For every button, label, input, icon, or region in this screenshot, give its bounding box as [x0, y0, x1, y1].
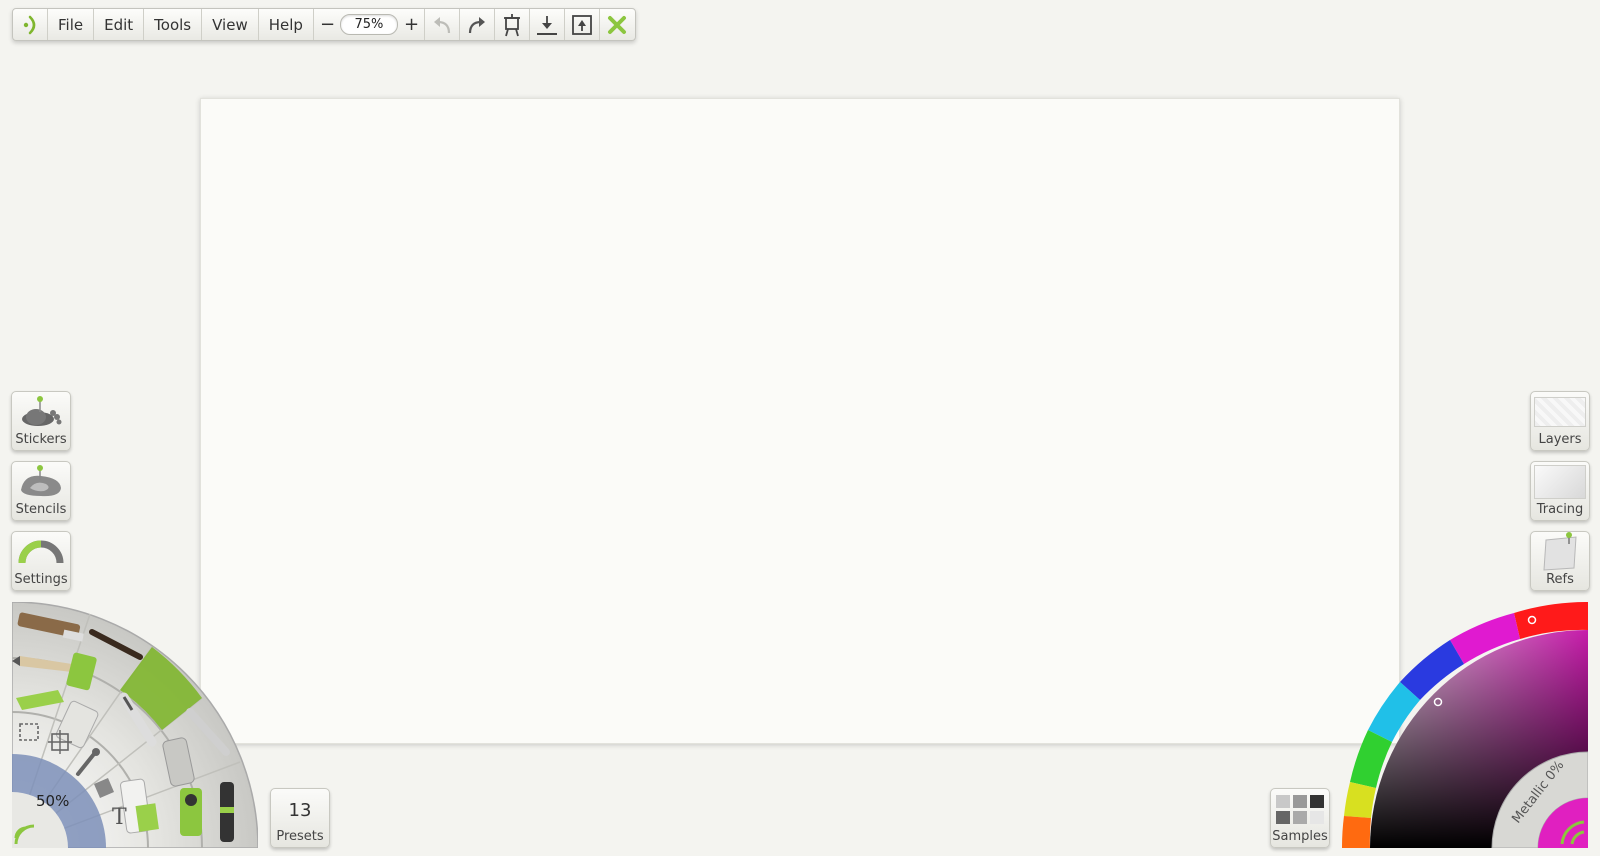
presets-button[interactable]: 13 Presets — [270, 788, 330, 848]
tracing-label: Tracing — [1536, 502, 1584, 517]
undo-button[interactable] — [425, 9, 460, 40]
app-logo-icon — [23, 15, 36, 34]
zoom-out-button[interactable]: − — [320, 15, 335, 34]
stencils-label: Stencils — [15, 502, 67, 517]
export-icon — [572, 14, 592, 35]
stickers-label: Stickers — [15, 432, 67, 447]
stickers-icon — [22, 396, 62, 426]
tracing-button[interactable]: Tracing — [1530, 461, 1590, 521]
tool-wheel[interactable]: T 50% — [12, 602, 258, 848]
app-logo-button[interactable] — [13, 9, 48, 40]
settings-button[interactable]: Settings — [11, 531, 71, 591]
zoom-in-button[interactable]: + — [404, 15, 419, 34]
fill-bucket-tool[interactable] — [180, 788, 202, 836]
refs-label: Refs — [1546, 572, 1574, 587]
layers-label: Layers — [1538, 432, 1582, 447]
ink-pen-tool[interactable] — [220, 782, 234, 842]
brush-size-value: 50% — [36, 792, 69, 810]
stencils-button[interactable]: Stencils — [11, 461, 71, 521]
samples-button[interactable]: Samples — [1270, 788, 1330, 848]
refs-button[interactable]: Refs — [1530, 531, 1590, 591]
export-button[interactable] — [565, 9, 600, 40]
canvas-easel-button[interactable] — [495, 9, 530, 40]
tracing-thumbnail-icon — [1534, 465, 1586, 499]
stickers-button[interactable]: Stickers — [11, 391, 71, 451]
menu-edit[interactable]: Edit — [94, 9, 145, 40]
settings-label: Settings — [14, 572, 68, 587]
transform-icon[interactable] — [48, 730, 72, 754]
menu-help[interactable]: Help — [259, 9, 314, 40]
easel-icon — [503, 13, 520, 36]
menu-tools[interactable]: Tools — [144, 9, 203, 40]
stencils-icon — [21, 465, 61, 497]
samples-label: Samples — [1272, 829, 1328, 844]
download-icon — [536, 15, 557, 35]
zoom-level-field[interactable]: 75% — [339, 14, 398, 35]
redo-button[interactable] — [460, 9, 495, 40]
drawing-canvas[interactable] — [200, 98, 1400, 744]
redo-icon — [468, 16, 485, 33]
close-button[interactable] — [600, 9, 635, 40]
samples-grid-icon — [1276, 789, 1324, 829]
presets-count: 13 — [288, 800, 312, 821]
menu-view[interactable]: View — [202, 9, 259, 40]
menu-file[interactable]: File — [48, 9, 95, 40]
text-tool-icon[interactable]: T — [112, 805, 127, 830]
presets-label: Presets — [276, 829, 324, 844]
layers-button[interactable]: Layers — [1530, 391, 1590, 451]
color-picker[interactable]: Metallic 0% — [1342, 602, 1588, 848]
undo-icon — [433, 16, 451, 33]
refs-pinned-note-icon — [1543, 532, 1577, 571]
import-button[interactable] — [530, 9, 565, 40]
main-toolbar: File Edit Tools View Help − 75% + — [12, 8, 636, 41]
layers-thumbnail-icon — [1534, 397, 1586, 427]
settings-arc-icon — [18, 540, 64, 564]
close-icon — [608, 15, 627, 34]
zoom-control: − 75% + — [314, 9, 425, 40]
